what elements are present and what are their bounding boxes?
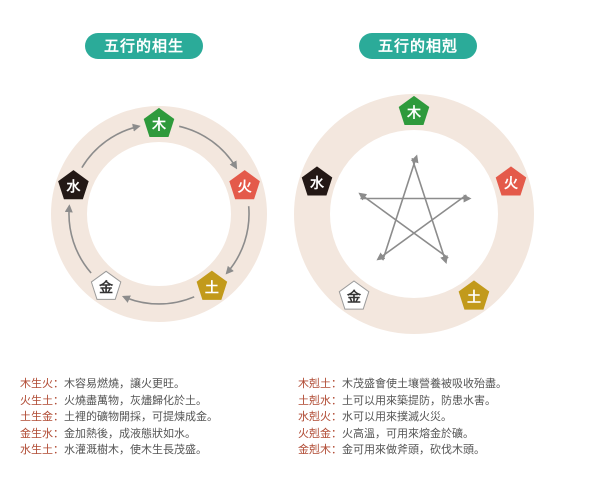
metal-label: 金 [98, 279, 114, 296]
note-key: 木剋土： [298, 377, 342, 390]
note-key: 水剋火： [298, 410, 342, 423]
note-text: 土可以用來築提防，防患水害。 [342, 393, 496, 407]
note-text: 金加熱後，成液態狀如水。 [64, 426, 196, 440]
note-metal-generates-water: 金生水：金加熱後，成液態狀如水。 [20, 426, 285, 443]
fire-label: 火 [238, 180, 253, 196]
note-text: 金可用來做斧頭，砍伐木頭。 [342, 443, 485, 456]
note-key: 火剋金： [298, 426, 342, 440]
note-earth-overcomes-water: 土剋水：土可以用來築提防，防患水害。 [298, 393, 588, 410]
note-text: 水可以用來撲滅火災。 [342, 410, 452, 423]
note-wood-overcomes-earth: 木剋土：木茂盛會使土壤營養被吸收殆盡。 [298, 376, 588, 393]
note-water-generates-wood: 水生土：水灌溉樹木，使木生長茂盛。 [20, 442, 285, 459]
note-text: 土裡的礦物開採，可提煉成金。 [64, 410, 218, 423]
overcoming-arrow-fire-to-metal [376, 194, 467, 261]
earth-label: 土 [467, 289, 481, 306]
note-wood-generates-fire: 木生火：木容易燃燒，讓火更旺。 [20, 376, 285, 393]
note-fire-generates-earth: 火生土：火燒盡萬物，灰燼歸化於土。 [20, 393, 285, 410]
note-text: 木容易燃燒，讓火更旺。 [64, 377, 185, 390]
note-key: 火生土： [20, 393, 64, 407]
overcoming-cycle-diagram: 木火土 金 水 [294, 94, 534, 334]
note-key: 金生水： [20, 426, 64, 440]
metal-label: 金 [346, 289, 362, 306]
note-fire-overcomes-metal: 火剋金：火高溫，可用來熔金於礦。 [298, 426, 588, 443]
note-text: 火燒盡萬物，灰燼歸化於土。 [64, 393, 207, 407]
wood-label: 木 [151, 117, 167, 134]
note-key: 水生土： [20, 443, 64, 456]
note-key: 土剋水： [298, 393, 342, 407]
wood-label: 木 [406, 105, 422, 122]
note-metal-overcomes-wood: 金剋木：金可用來做斧頭，砍伐木頭。 [298, 442, 588, 459]
overcoming-arrow-earth-to-water [358, 192, 449, 259]
note-text: 火高溫，可用來熔金於礦。 [342, 426, 474, 440]
note-water-overcomes-fire: 水剋火：水可以用來撲滅火災。 [298, 409, 588, 426]
note-text: 水灌溉樹木，使木生長茂盛。 [64, 443, 207, 456]
fire-label: 火 [504, 176, 519, 192]
note-key: 金剋木： [298, 443, 342, 456]
overcoming-arrow-wood-to-earth [411, 158, 448, 265]
overcoming-star-arrows [358, 154, 472, 265]
generating-notes: 木生火：木容易燃燒，讓火更旺。 火生土：火燒盡萬物，灰燼歸化於土。 土生金：土裡… [20, 376, 285, 459]
water-label: 水 [66, 179, 81, 196]
note-earth-generates-metal: 土生金：土裡的礦物開採，可提煉成金。 [20, 409, 285, 426]
generating-cycle-diagram: 木火土 金 水 [51, 106, 267, 322]
note-text: 木茂盛會使土壤營養被吸收殆盡。 [342, 377, 507, 390]
overcoming-arrow-metal-to-wood [382, 154, 419, 261]
generating-ring [51, 106, 267, 322]
note-key: 木生火： [20, 377, 64, 390]
note-key: 土生金： [20, 410, 64, 423]
water-label: 水 [310, 175, 325, 192]
overcoming-notes: 木剋土：木茂盛會使土壤營養被吸收殆盡。 土剋水：土可以用來築提防，防患水害。 水… [298, 376, 588, 459]
overcoming-ring [294, 94, 534, 334]
earth-label: 土 [205, 279, 219, 296]
